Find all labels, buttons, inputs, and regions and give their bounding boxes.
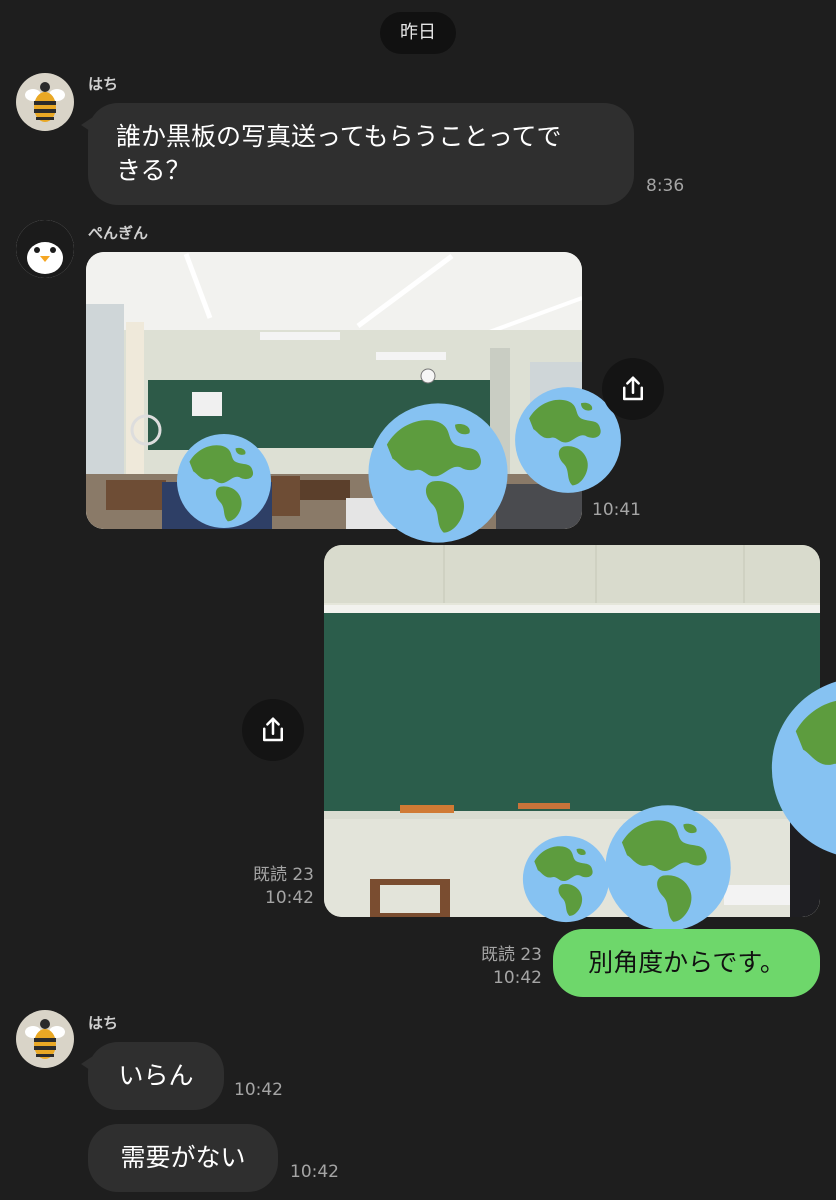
message-bubble[interactable]: いらん xyxy=(81,1042,224,1110)
globe-sticker-icon xyxy=(367,402,509,544)
message-text: いらん xyxy=(118,1061,194,1090)
globe-sticker-icon xyxy=(770,676,836,860)
message-bubble[interactable]: 需要がない xyxy=(88,1124,278,1192)
sender-name: はち xyxy=(88,75,119,93)
message-bubble[interactable]: 誰か黒板の写真送ってもらうことってで きる？ xyxy=(81,103,634,205)
message-time: 10:42 xyxy=(265,888,314,908)
message-time: 10:42 xyxy=(493,968,542,988)
read-receipt: 既読 23 10:42 xyxy=(200,864,314,910)
message-time: 10:42 xyxy=(234,1080,283,1100)
globe-sticker-icon xyxy=(604,804,732,932)
message-text: 需要がない xyxy=(120,1143,246,1172)
message-time: 10:41 xyxy=(592,500,641,520)
bee-avatar[interactable] xyxy=(16,1010,74,1068)
sender-name: ぺんぎん xyxy=(88,224,149,242)
sender-name: はち xyxy=(88,1014,119,1032)
penguin-icon xyxy=(16,220,74,278)
message-text-line: きる？ xyxy=(116,156,191,185)
bee-icon xyxy=(25,1019,65,1059)
globe-sticker-icon xyxy=(522,835,610,923)
share-button[interactable] xyxy=(242,699,304,761)
penguin-avatar[interactable] xyxy=(16,220,74,278)
read-receipt: 既読 23 10:42 xyxy=(428,944,542,990)
share-icon xyxy=(258,715,288,745)
share-button[interactable] xyxy=(602,358,664,420)
message-bubble-outgoing[interactable]: 別角度からです。 xyxy=(553,929,820,997)
date-separator: 昨日 xyxy=(380,12,456,54)
message-text-line: 誰か黒板の写真送ってもらうことってで xyxy=(116,122,562,151)
message-time: 8:36 xyxy=(646,176,685,196)
read-count: 既読 23 xyxy=(252,865,314,885)
message-time: 10:42 xyxy=(290,1162,339,1182)
bee-icon xyxy=(25,82,65,122)
globe-sticker-icon xyxy=(176,433,272,529)
share-icon xyxy=(618,374,648,404)
bee-avatar[interactable] xyxy=(16,73,74,131)
read-count: 既読 23 xyxy=(480,945,542,965)
message-text: 別角度からです。 xyxy=(588,948,785,977)
